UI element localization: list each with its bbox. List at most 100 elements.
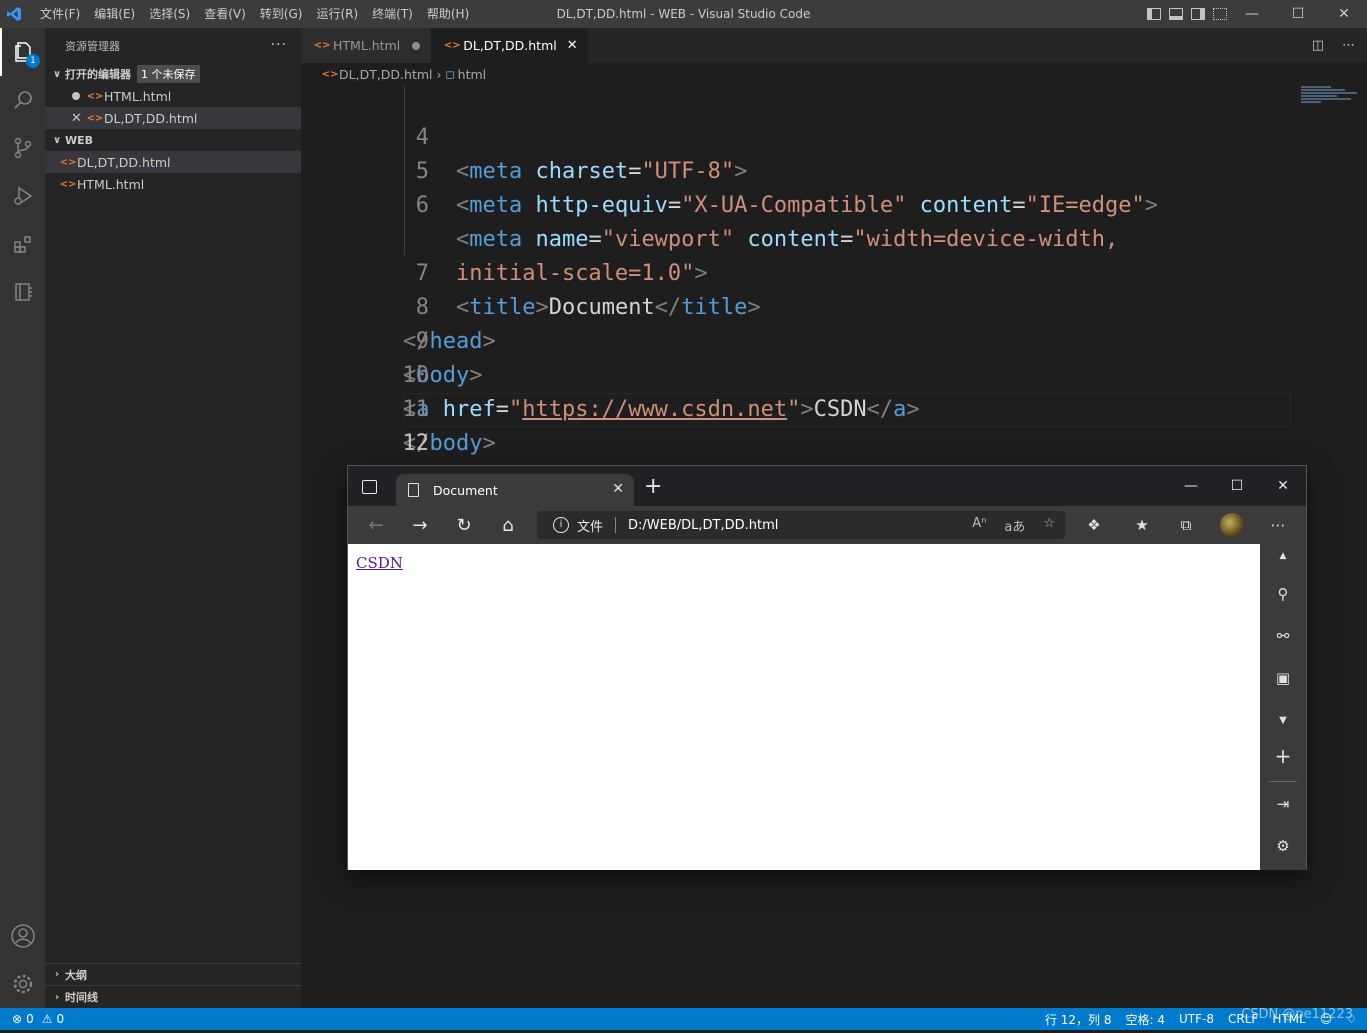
error-icon: ⊗ bbox=[12, 1012, 23, 1026]
explorer-title: 资源管理器 bbox=[65, 39, 120, 53]
favorites-icon[interactable]: ★ bbox=[1124, 506, 1160, 544]
office-dropdown-icon[interactable]: ▼ bbox=[1260, 700, 1306, 740]
split-editor-icon[interactable]: ◫ bbox=[1312, 38, 1324, 53]
read-aloud-icon[interactable]: Aⁿ bbox=[972, 516, 986, 535]
gear-icon[interactable]: ⚙ bbox=[1260, 826, 1306, 866]
accounts-icon[interactable] bbox=[0, 912, 45, 960]
browser-toolbar: ← → ↻ ⌂ i 文件 D:/WEB/DL,DT,DD.html Aⁿ aあ … bbox=[348, 506, 1306, 544]
indentation[interactable]: 空格: 4 bbox=[1126, 1011, 1166, 1028]
search-icon[interactable]: ⚲ bbox=[1260, 574, 1306, 614]
browser-window-controls: — ☐ ✕ bbox=[1168, 466, 1306, 506]
menu-file[interactable]: 文件(F) bbox=[34, 0, 88, 28]
menu-terminal[interactable]: 终端(T) bbox=[366, 0, 421, 28]
search-icon[interactable] bbox=[0, 76, 45, 124]
line-number: 10 bbox=[402, 363, 429, 388]
close-icon[interactable]: ✕ bbox=[1321, 0, 1367, 28]
address-bar-actions: Aⁿ aあ ☆ bbox=[972, 516, 1055, 535]
tools-briefcase-icon[interactable]: ▣ bbox=[1260, 658, 1306, 698]
tab-dl-dt-dd-html[interactable]: <> DL,DT,DD.html ✕ bbox=[431, 28, 589, 63]
address-bar[interactable]: i 文件 D:/WEB/DL,DT,DD.html Aⁿ aあ ☆ bbox=[537, 511, 1065, 539]
outline-section[interactable]: › 大纲 bbox=[45, 964, 301, 986]
minimize-icon[interactable]: — bbox=[1168, 466, 1214, 506]
more-actions-icon[interactable]: ··· bbox=[271, 37, 287, 53]
code-line: 7 <title>Document</title> bbox=[301, 223, 761, 320]
close-icon[interactable]: ✕ bbox=[1260, 466, 1306, 506]
maximize-icon[interactable]: ☐ bbox=[1275, 0, 1321, 28]
open-editor-item[interactable]: ✕ <> DL,DT,DD.html bbox=[45, 107, 301, 129]
info-icon[interactable]: i bbox=[553, 517, 569, 533]
home-icon[interactable]: ⌂ bbox=[486, 506, 530, 544]
problems-indicator[interactable]: ⊗ 0 ⚠ 0 bbox=[0, 1012, 64, 1026]
line-number: 11 bbox=[402, 397, 429, 422]
maximize-icon[interactable]: ☐ bbox=[1214, 466, 1260, 506]
file-label: HTML.html bbox=[77, 176, 145, 192]
refresh-icon[interactable]: ↻ bbox=[442, 506, 486, 544]
menu-help[interactable]: 帮助(H) bbox=[421, 0, 477, 28]
translate-icon[interactable]: aあ bbox=[1004, 516, 1025, 535]
menu-edit[interactable]: 编辑(E) bbox=[88, 0, 143, 28]
line-number: 12 bbox=[402, 431, 429, 456]
sidebar-up-icon[interactable]: ▲ bbox=[1260, 536, 1306, 576]
collections-icon[interactable]: ⧉ bbox=[1168, 506, 1204, 544]
watermark: CSDN @pe11223 bbox=[1241, 1007, 1353, 1022]
open-editors-section[interactable]: ∨ 打开的编辑器 1 个未保存 bbox=[45, 63, 301, 85]
chevron-right-icon: › bbox=[54, 991, 60, 1003]
tab-actions-icon[interactable] bbox=[362, 480, 377, 494]
document-icon bbox=[408, 483, 419, 497]
source-control-icon[interactable] bbox=[0, 124, 45, 172]
browser-tab[interactable]: Document ✕ bbox=[396, 474, 634, 506]
close-icon[interactable]: ✕ bbox=[612, 481, 624, 497]
remote-explorer-icon[interactable] bbox=[0, 268, 45, 316]
page-link[interactable]: CSDN bbox=[356, 554, 403, 572]
unsaved-dot-icon[interactable] bbox=[412, 41, 421, 50]
menu-run[interactable]: 运行(R) bbox=[310, 0, 366, 28]
open-editor-item[interactable]: <> HTML.html bbox=[45, 85, 301, 107]
timeline-section[interactable]: › 时间线 bbox=[45, 986, 301, 1008]
toggle-panel-icon[interactable] bbox=[1169, 8, 1183, 20]
file-item[interactable]: <> HTML.html bbox=[45, 173, 301, 195]
cursor-position[interactable]: 行 12，列 8 bbox=[1045, 1011, 1112, 1028]
tab-html-html[interactable]: <> HTML.html bbox=[301, 28, 432, 63]
back-arrow-icon[interactable]: ← bbox=[354, 506, 398, 544]
explorer-badge: 1 bbox=[26, 54, 40, 68]
customize-layout-icon[interactable] bbox=[1213, 8, 1227, 20]
code-line: 6 <meta name="viewport" content="width=d… bbox=[301, 155, 1119, 252]
minimize-icon[interactable]: — bbox=[1229, 0, 1275, 28]
file-item[interactable]: <> DL,DT,DD.html bbox=[45, 151, 301, 173]
forward-arrow-icon[interactable]: → bbox=[398, 506, 442, 544]
close-tab-icon[interactable]: ✕ bbox=[567, 38, 578, 53]
breadcrumb-file[interactable]: DL,DT,DD.html bbox=[339, 67, 433, 82]
manage-gear-icon[interactable] bbox=[0, 960, 45, 1008]
more-actions-icon[interactable]: ⋯ bbox=[1342, 38, 1355, 53]
extensions-icon[interactable] bbox=[0, 220, 45, 268]
extensions-icon[interactable]: ❖ bbox=[1076, 506, 1112, 544]
minimap[interactable] bbox=[1301, 85, 1359, 109]
close-editor-icon[interactable]: ✕ bbox=[71, 111, 82, 126]
run-debug-icon[interactable] bbox=[0, 172, 45, 220]
menu-go[interactable]: 转到(G) bbox=[254, 0, 311, 28]
menu-view[interactable]: 查看(V) bbox=[198, 0, 254, 28]
encoding[interactable]: UTF-8 bbox=[1179, 1012, 1214, 1026]
new-tab-icon[interactable]: + bbox=[644, 476, 662, 498]
profile-avatar[interactable] bbox=[1214, 506, 1250, 544]
add-favorite-icon[interactable]: ☆ bbox=[1043, 516, 1055, 535]
breadcrumb-symbol[interactable]: html bbox=[458, 67, 486, 82]
toggle-secondary-sidebar-icon[interactable] bbox=[1191, 8, 1205, 20]
hide-sidebar-icon[interactable]: ⇥ bbox=[1260, 784, 1306, 824]
activity-bar: 1 bbox=[0, 28, 45, 1008]
explorer-icon[interactable]: 1 bbox=[0, 28, 45, 76]
address-separator bbox=[615, 517, 617, 533]
line-number: 9 bbox=[415, 329, 429, 354]
folder-section[interactable]: ∨ WEB bbox=[45, 129, 301, 151]
layout-controls bbox=[1147, 0, 1227, 28]
unsaved-dot-icon[interactable] bbox=[72, 92, 80, 100]
warning-count: 0 bbox=[56, 1012, 65, 1026]
shopping-tag-icon[interactable]: ⚯ bbox=[1260, 616, 1306, 656]
address-text[interactable]: D:/WEB/DL,DT,DD.html bbox=[628, 518, 778, 533]
add-icon[interactable]: + bbox=[1260, 736, 1306, 776]
toggle-sidebar-icon[interactable] bbox=[1147, 8, 1161, 20]
menu-selection[interactable]: 选择(S) bbox=[143, 0, 198, 28]
code-link[interactable]: https://www.csdn.net bbox=[522, 397, 787, 422]
editor-tab-bar: <> HTML.html <> DL,DT,DD.html ✕ ◫ ⋯ bbox=[301, 28, 1367, 63]
browser-page-content: CSDN bbox=[348, 544, 1260, 870]
